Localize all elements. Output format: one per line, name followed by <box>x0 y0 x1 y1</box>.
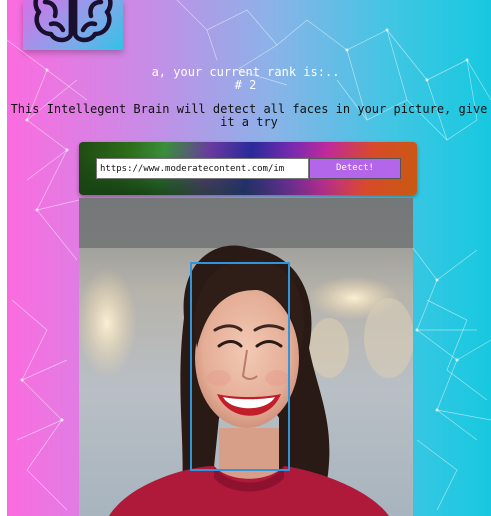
rank-value: # 2 <box>234 78 257 92</box>
intro-tagline: This Intellegent Brain will detect all f… <box>10 102 488 129</box>
result-photo <box>79 198 413 516</box>
face-detection-box <box>190 262 290 471</box>
brain-icon <box>33 0 113 43</box>
detect-button[interactable]: Detect! <box>309 158 401 179</box>
logo[interactable] <box>23 0 123 50</box>
image-url-input[interactable] <box>96 158 309 179</box>
